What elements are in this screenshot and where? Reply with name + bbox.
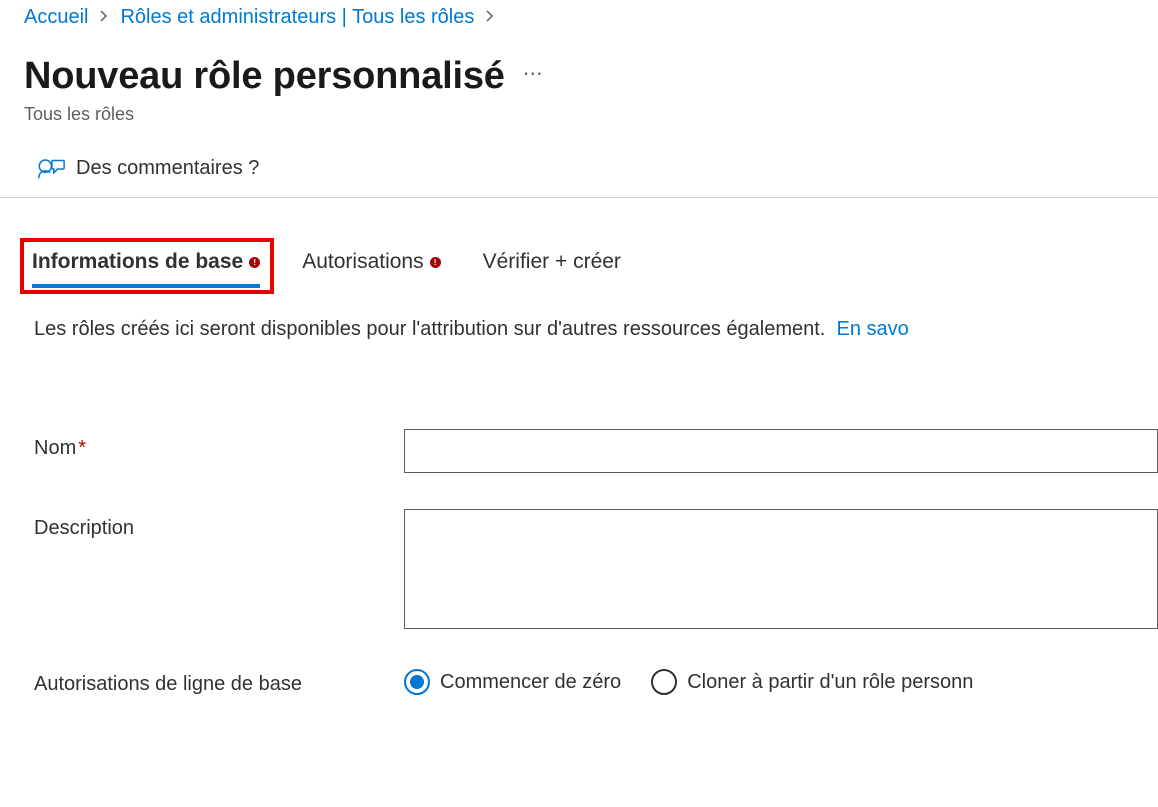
form-row-name: Nom* xyxy=(34,429,1158,473)
breadcrumb-home[interactable]: Accueil xyxy=(24,6,88,29)
radio-label: Cloner à partir d'un rôle personn xyxy=(687,671,973,694)
baseline-label: Autorisations de ligne de base xyxy=(34,665,404,696)
chevron-right-icon xyxy=(98,9,110,27)
error-icon: ! xyxy=(249,257,260,268)
form: Nom* Description Autorisations de ligne … xyxy=(0,341,1158,696)
description-label: Description xyxy=(34,509,404,540)
tab-label: Vérifier + créer xyxy=(483,250,621,274)
feedback-icon[interactable] xyxy=(36,153,66,183)
form-row-description: Description xyxy=(34,509,1158,629)
chevron-right-icon xyxy=(484,9,496,27)
baseline-radio-group: Commencer de zéro Cloner à partir d'un r… xyxy=(404,665,973,695)
error-icon: ! xyxy=(430,257,441,268)
learn-more-link[interactable]: En savo xyxy=(837,318,909,340)
tab-permissions[interactable]: Autorisations ! xyxy=(294,246,448,288)
tabs: Informations de base ! Autorisations ! V… xyxy=(0,198,1158,288)
radio-clone-role[interactable]: Cloner à partir d'un rôle personn xyxy=(651,669,973,695)
feedback-link[interactable]: Des commentaires ? xyxy=(76,157,259,180)
radio-icon xyxy=(404,669,430,695)
page-header: Nouveau rôle personnalisé ⋯ xyxy=(0,29,1158,98)
more-menu-icon[interactable]: ⋯ xyxy=(523,61,545,92)
required-indicator: * xyxy=(78,437,86,459)
name-label: Nom* xyxy=(34,429,404,460)
page-title: Nouveau rôle personnalisé xyxy=(24,55,505,98)
breadcrumb-roles[interactable]: Rôles et administrateurs | Tous les rôle… xyxy=(120,6,474,29)
radio-label: Commencer de zéro xyxy=(440,671,621,694)
info-text: Les rôles créés ici seront disponibles p… xyxy=(0,288,1158,341)
toolbar: Des commentaires ? xyxy=(0,125,1158,198)
description-input[interactable] xyxy=(404,509,1158,629)
tab-review[interactable]: Vérifier + créer xyxy=(475,246,629,288)
breadcrumb: Accueil Rôles et administrateurs | Tous … xyxy=(0,0,1158,29)
name-input[interactable] xyxy=(404,429,1158,473)
tab-label: Informations de base xyxy=(32,250,243,274)
tab-label: Autorisations xyxy=(302,250,423,274)
tab-basics[interactable]: Informations de base ! xyxy=(24,246,268,288)
radio-icon xyxy=(651,669,677,695)
radio-start-from-scratch[interactable]: Commencer de zéro xyxy=(404,669,621,695)
form-row-baseline: Autorisations de ligne de base Commencer… xyxy=(34,665,1158,696)
page-subtitle: Tous les rôles xyxy=(0,98,1158,125)
